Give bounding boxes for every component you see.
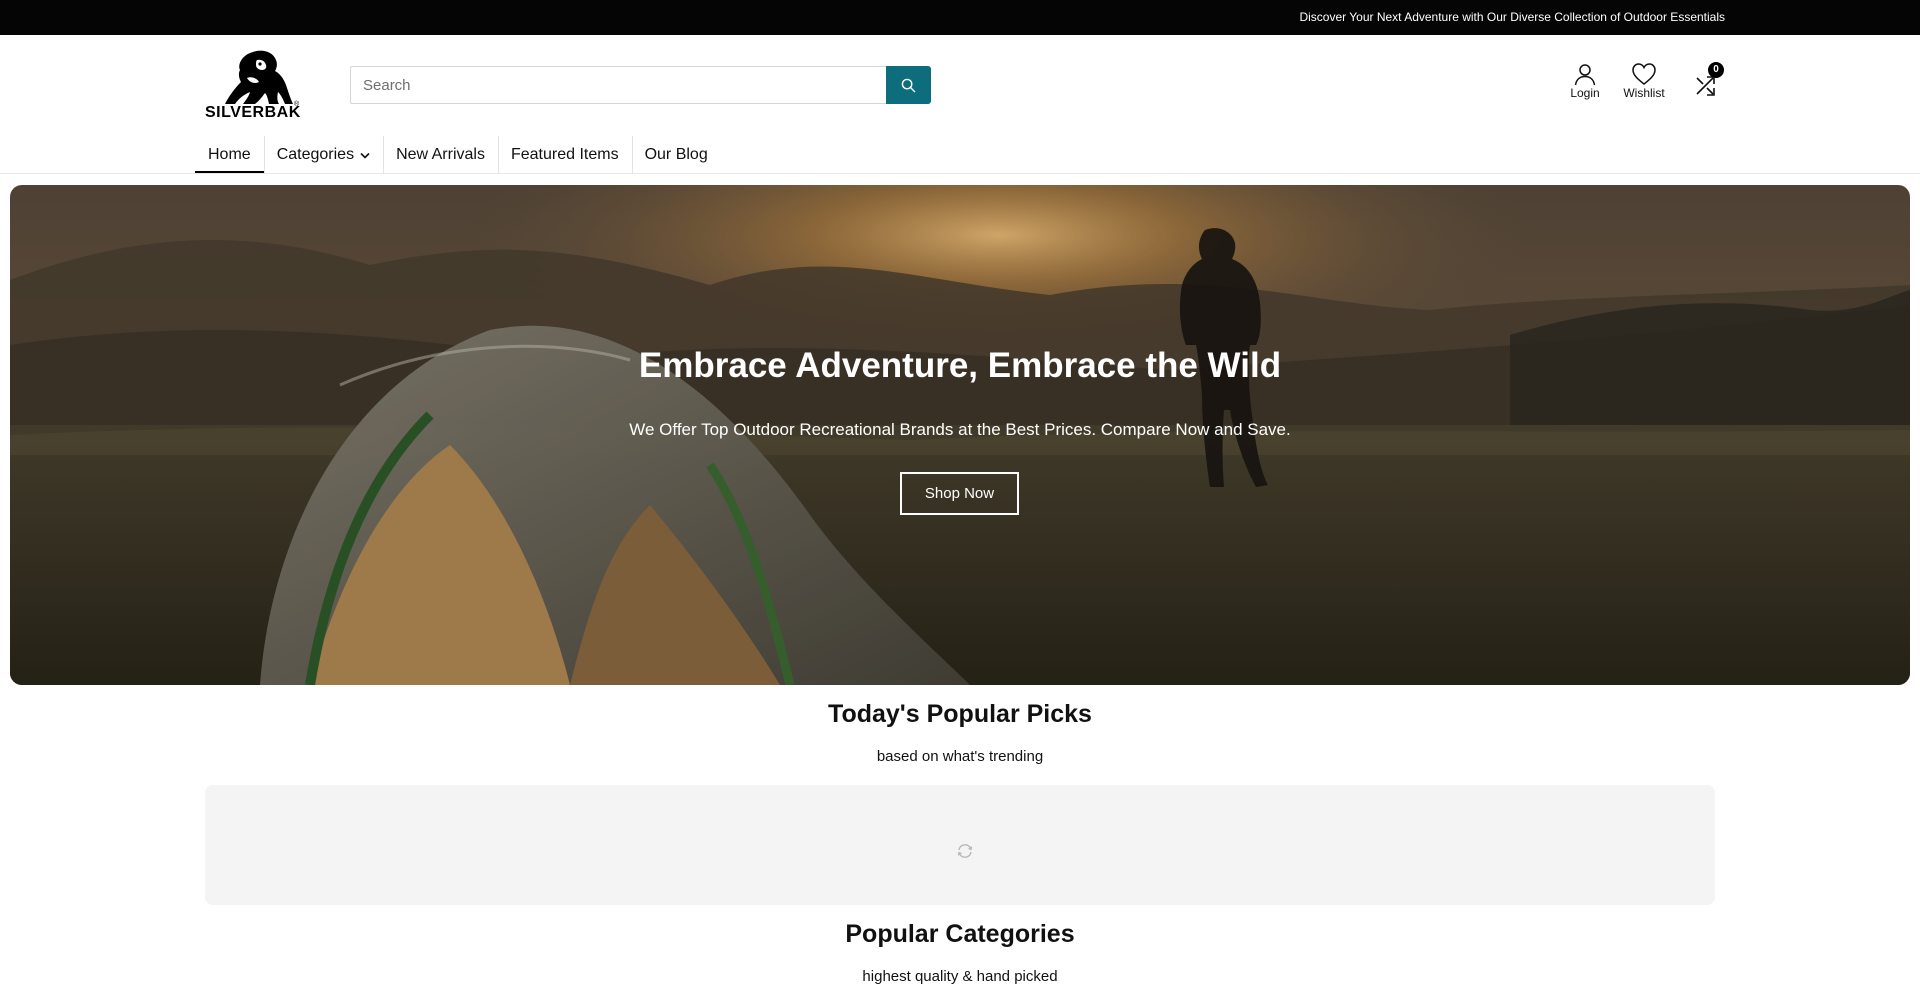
popular-categories-subtitle: highest quality & hand picked: [862, 968, 1058, 985]
nav-categories[interactable]: Categories: [263, 136, 383, 174]
nav-our-blog[interactable]: Our Blog: [631, 136, 721, 174]
chevron-down-icon: [360, 152, 370, 159]
main-nav: Home Categories New Arrivals Featured It…: [195, 136, 721, 174]
wishlist-label: Wishlist: [1623, 86, 1665, 100]
search-icon: [901, 78, 916, 92]
nav-divider: [0, 173, 1920, 174]
popular-picks-loading-area: [205, 785, 1715, 905]
announcement-text: Discover Your Next Adventure with Our Di…: [1299, 10, 1725, 24]
popular-picks-subtitle: based on what's trending: [876, 748, 1044, 765]
brand-logo[interactable]: SILVERBAK ®: [205, 48, 300, 122]
search-input[interactable]: [350, 66, 887, 104]
wishlist-link[interactable]: Wishlist: [1620, 62, 1668, 100]
registered-mark: ®: [294, 101, 300, 108]
refresh-icon: [957, 844, 973, 858]
popular-categories-title: Popular Categories: [845, 920, 1075, 948]
search-button[interactable]: [886, 66, 931, 104]
user-icon: [1574, 64, 1596, 86]
announcement-bar: Discover Your Next Adventure with Our Di…: [0, 0, 1920, 35]
login-label: Login: [1570, 86, 1600, 100]
hero-banner: Embrace Adventure, Embrace the Wild We O…: [10, 185, 1910, 685]
nav-new-arrivals[interactable]: New Arrivals: [383, 136, 498, 174]
heart-icon: [1632, 63, 1656, 85]
compare-count-badge: 0: [1708, 62, 1724, 78]
nav-home[interactable]: Home: [195, 136, 264, 174]
search-bar: [350, 66, 931, 104]
nav-our-blog-label: Our Blog: [644, 146, 708, 163]
nav-categories-label: Categories: [276, 146, 355, 163]
nav-new-arrivals-label: New Arrivals: [396, 146, 485, 163]
nav-home-label: Home: [208, 146, 251, 163]
login-link[interactable]: Login: [1567, 62, 1603, 100]
hero-subtitle: We Offer Top Outdoor Recreational Brands…: [629, 420, 1291, 439]
nav-featured-items-label: Featured Items: [510, 146, 619, 163]
gorilla-logo-icon: [225, 50, 293, 104]
shop-now-button[interactable]: Shop Now: [900, 472, 1019, 515]
nav-featured-items[interactable]: Featured Items: [497, 136, 632, 174]
popular-picks-title: Today's Popular Picks: [828, 700, 1092, 728]
logo-wordmark: SILVERBAK: [205, 104, 301, 121]
compare-link[interactable]: 0: [1688, 62, 1724, 100]
hero-title: Embrace Adventure, Embrace the Wild: [638, 346, 1282, 385]
